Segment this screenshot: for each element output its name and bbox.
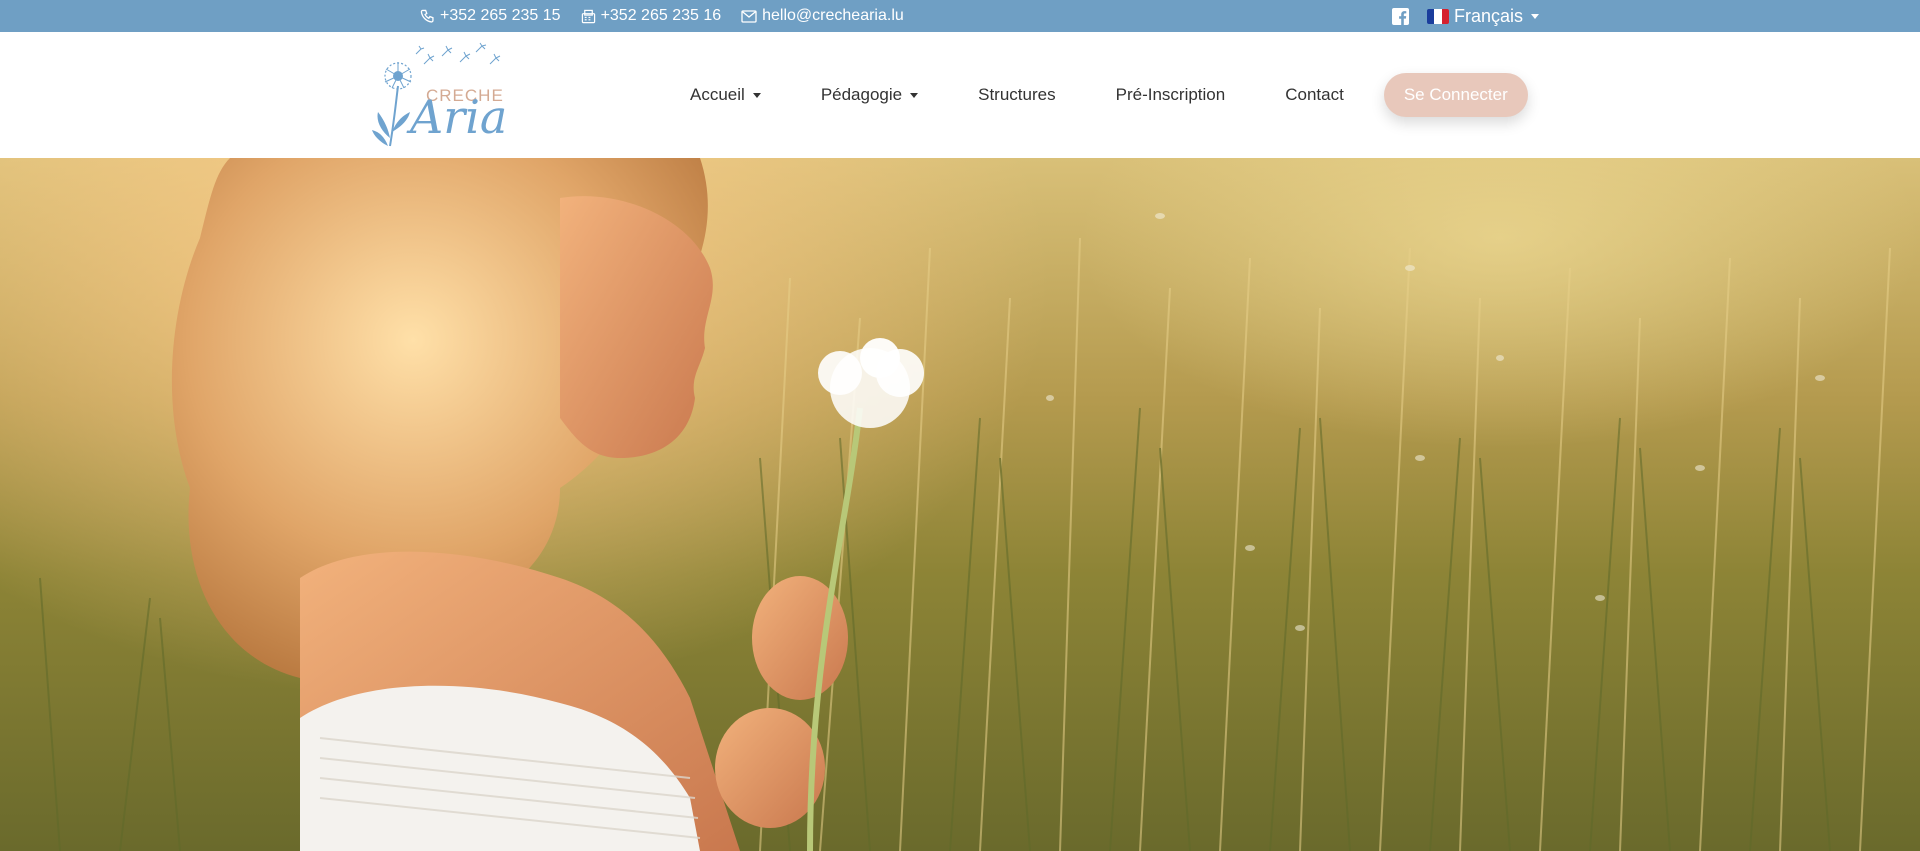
login-button[interactable]: Se Connecter: [1383, 73, 1528, 117]
hero-image: [0, 158, 1920, 851]
dandelion-head: [818, 338, 924, 428]
nav-item-contact[interactable]: Contact: [1255, 85, 1374, 105]
nav-item-accueil[interactable]: Accueil: [660, 85, 791, 105]
nav-item-structures[interactable]: Structures: [948, 85, 1085, 105]
chevron-down-icon: [1531, 13, 1540, 19]
nav-label: Pédagogie: [820, 85, 903, 104]
email-contact[interactable]: hello@crechearia.lu: [741, 7, 904, 25]
nav-item-pre-inscription[interactable]: Pré-Inscription: [1086, 85, 1256, 105]
chevron-down-icon: [910, 92, 919, 98]
language-selector[interactable]: Français: [1427, 5, 1540, 27]
phone-contact[interactable]: +352 265 235 15: [420, 7, 561, 25]
email-address: hello@crechearia.lu: [762, 7, 904, 24]
logo-text-aria: Aria: [410, 90, 508, 144]
envelope-icon: [741, 9, 757, 23]
facebook-icon[interactable]: [1392, 7, 1409, 25]
nav-item-pedagogie[interactable]: Pédagogie: [791, 85, 948, 105]
nav-label: Pré-Inscription: [1115, 85, 1226, 104]
nav-label: Structures: [978, 85, 1056, 104]
contact-info: +352 265 235 15 +352 265 235 16 hello@cr…: [420, 0, 904, 32]
chevron-down-icon: [752, 92, 761, 98]
logo[interactable]: CRECHE Aria: [372, 42, 507, 148]
language-label: Français: [1454, 5, 1524, 26]
nav-label: Accueil: [690, 85, 745, 104]
topbar-right: Français: [1392, 0, 1540, 32]
fax-icon: [581, 9, 595, 23]
top-contact-bar: +352 265 235 15 +352 265 235 16 hello@cr…: [0, 0, 1920, 32]
fax-number: +352 265 235 16: [600, 7, 722, 24]
main-nav: Accueil Pédagogie Structures Pré-Inscrip…: [660, 32, 1528, 158]
flag-fr-icon: [1427, 8, 1449, 24]
phone-number: +352 265 235 15: [440, 7, 561, 24]
nav-label: Contact: [1285, 85, 1344, 104]
fax-contact[interactable]: +352 265 235 16: [581, 7, 722, 25]
hero-illustration: [39, 158, 1891, 851]
main-header: CRECHE Aria Accueil Pédagogie Structures…: [0, 32, 1920, 158]
phone-icon: [420, 9, 434, 23]
